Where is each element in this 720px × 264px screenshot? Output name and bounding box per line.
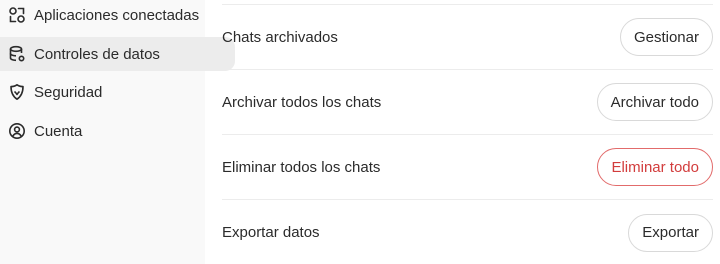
delete-all-button[interactable]: Eliminar todo <box>597 148 713 186</box>
sidebar-item-data-controls[interactable]: Controles de datos <box>0 37 235 71</box>
sidebar-item-label: Controles de datos <box>34 45 160 63</box>
sidebar-item-label: Aplicaciones conectadas <box>34 6 200 24</box>
setting-label: Exportar datos <box>222 224 320 241</box>
setting-row-archive-all: Archivar todos los chats Archivar todo <box>222 70 713 135</box>
settings-panel: Aplicaciones conectadas Controles de dat… <box>0 0 720 264</box>
setting-row-export-data: Exportar datos Exportar <box>222 200 713 264</box>
sidebar-item-label: Cuenta <box>34 122 83 140</box>
sidebar-item-security[interactable]: Seguridad <box>0 75 102 109</box>
manage-archived-button[interactable]: Gestionar <box>619 18 713 56</box>
user-circle-icon <box>8 122 26 140</box>
sidebar-item-label: Seguridad <box>34 83 103 101</box>
setting-label: Chats archivados <box>222 28 338 46</box>
database-settings-icon <box>8 45 26 63</box>
sidebar-item-connected-apps[interactable]: Aplicaciones conectadas <box>0 0 199 32</box>
archive-all-button[interactable]: Archivar todo <box>596 83 713 121</box>
shield-icon <box>8 83 26 101</box>
sidebar-item-account[interactable]: Cuenta <box>0 114 82 148</box>
settings-sidebar: Aplicaciones conectadas Controles de dat… <box>0 0 235 264</box>
setting-label: Eliminar todos los chats <box>222 158 381 176</box>
apps-link-icon <box>8 6 26 24</box>
setting-row-delete-all: Eliminar todos los chats Eliminar todo <box>222 135 713 200</box>
setting-row-archived-chats: Chats archivados Gestionar <box>222 5 713 70</box>
setting-label: Archivar todos los chats <box>222 93 382 111</box>
export-button[interactable]: Exportar <box>628 213 713 252</box>
data-controls-content: Chats archivados Gestionar Archivar todo… <box>205 0 720 264</box>
